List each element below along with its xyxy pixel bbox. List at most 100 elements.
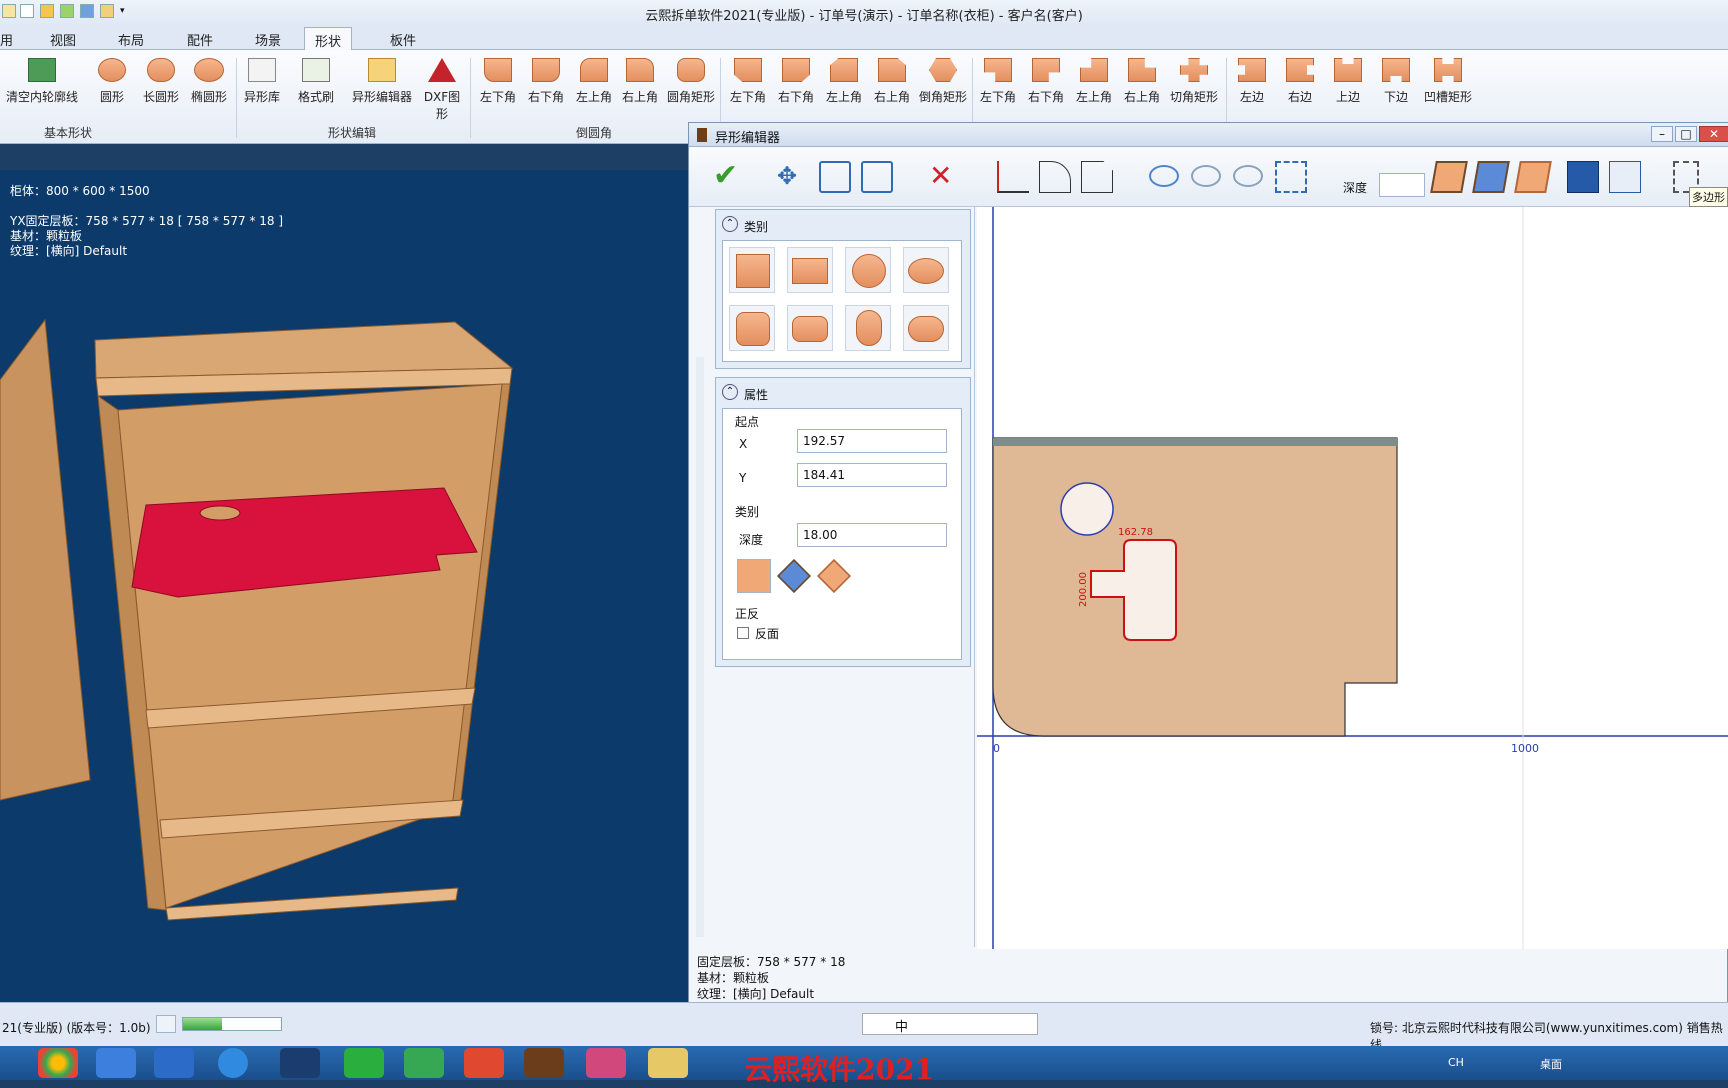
- through-type-icon[interactable]: [777, 559, 811, 593]
- cut-tl-button[interactable]: 左上角: [1074, 56, 1114, 105]
- desktop-label[interactable]: 桌面: [1540, 1056, 1562, 1072]
- drawing-canvas[interactable]: 162.78 200.00 0 1000: [977, 207, 1728, 949]
- chamfer-bl-button[interactable]: 左下角: [728, 56, 768, 105]
- front-face-icon[interactable]: [1567, 161, 1599, 193]
- align-h-icon[interactable]: [819, 161, 851, 193]
- bounds-icon[interactable]: [1275, 161, 1307, 193]
- canvas-svg[interactable]: 162.78 200.00 0 1000: [977, 207, 1728, 949]
- square-shape[interactable]: [729, 247, 775, 293]
- format-brush-button[interactable]: 格式刷: [296, 56, 336, 105]
- shape-library-button[interactable]: 异形库: [242, 56, 282, 105]
- surface-type-icon[interactable]: [817, 559, 851, 593]
- clear-contour-button[interactable]: 清空内轮廓线: [4, 56, 80, 105]
- circle-shape[interactable]: [845, 247, 891, 293]
- cabinet-app-icon[interactable]: [524, 1048, 564, 1078]
- ellipse-button[interactable]: 椭圆形: [186, 56, 232, 105]
- reverse-checkbox[interactable]: [737, 627, 749, 639]
- confirm-icon[interactable]: ✔: [713, 161, 745, 193]
- cabinet-model[interactable]: [0, 260, 688, 1000]
- chamfer-tr-button[interactable]: 右上角: [872, 56, 912, 105]
- subtract-icon[interactable]: [1191, 165, 1221, 187]
- round-bl-button[interactable]: 左下角: [478, 56, 518, 105]
- align-v-icon[interactable]: [861, 161, 893, 193]
- lang-indicator[interactable]: CH: [1448, 1056, 1464, 1069]
- x-input[interactable]: 192.57: [797, 429, 947, 453]
- y-input[interactable]: 184.41: [797, 463, 947, 487]
- ellipse-shape[interactable]: [903, 247, 949, 293]
- hole-circle[interactable]: [1060, 482, 1114, 536]
- round-tr-button[interactable]: 右上角: [620, 56, 660, 105]
- cut-br-button[interactable]: 右下角: [1026, 56, 1066, 105]
- pocket-icon[interactable]: [1430, 161, 1468, 193]
- collapse-icon[interactable]: ⌃: [722, 216, 738, 232]
- cut-bl-button[interactable]: 左下角: [978, 56, 1018, 105]
- shape-editor-button[interactable]: 异形编辑器: [350, 56, 414, 105]
- depth-input[interactable]: [1379, 173, 1425, 197]
- collapse-icon[interactable]: ⌃: [722, 384, 738, 400]
- close-button[interactable]: ✕: [1699, 126, 1728, 142]
- contour-icon: [28, 58, 56, 82]
- tab-board[interactable]: 板件: [390, 30, 416, 49]
- long-circle-button[interactable]: 长圆形: [138, 56, 184, 105]
- tab-use[interactable]: 用: [0, 30, 13, 49]
- c-red-app-icon[interactable]: [464, 1048, 504, 1078]
- cat-app-icon[interactable]: [280, 1048, 320, 1078]
- groove-rect-button[interactable]: 凹槽矩形: [1420, 56, 1476, 105]
- 3d-view[interactable]: 柜体：800 * 600 * 1500 YX固定层板：758 * 577 * 1…: [0, 170, 688, 1002]
- rect-shape[interactable]: [787, 247, 833, 293]
- explorer-icon[interactable]: [648, 1048, 688, 1078]
- progress-bar: [182, 1017, 282, 1031]
- corner-round-icon[interactable]: [1039, 161, 1071, 193]
- board-shape[interactable]: [992, 437, 1398, 737]
- round-br-button[interactable]: 右下角: [526, 56, 566, 105]
- round-rect-shape[interactable]: [787, 305, 833, 351]
- round-tl-button[interactable]: 左上角: [574, 56, 614, 105]
- ribbon-tabs: 用 视图 布局 配件 场景 形状 板件: [0, 26, 1728, 51]
- top-edge-button[interactable]: 上边: [1328, 56, 1368, 105]
- tab-scene[interactable]: 场景: [255, 30, 281, 49]
- corner-chamfer-icon[interactable]: [1081, 161, 1113, 193]
- ime-toolbar[interactable]: 中: [862, 1013, 1038, 1035]
- browser-icon[interactable]: [96, 1048, 136, 1078]
- tab-shape[interactable]: 形状: [304, 27, 353, 51]
- chamfer-tl-button[interactable]: 左上角: [824, 56, 864, 105]
- category-panel: ⌃ 类别: [715, 209, 971, 369]
- depth-field[interactable]: 18.00: [797, 523, 947, 547]
- tab-view[interactable]: 视图: [50, 30, 76, 49]
- tab-parts[interactable]: 配件: [187, 30, 213, 49]
- minimize-button[interactable]: –: [1651, 126, 1673, 142]
- dribbble-icon[interactable]: [586, 1048, 626, 1078]
- chrome-icon[interactable]: [38, 1048, 78, 1078]
- bottom-edge-button[interactable]: 下边: [1376, 56, 1416, 105]
- shape-editor-window[interactable]: 异形编辑器 – □ ✕ ✔ ✥ ✕ 深度 多边形 ⌃ 类别 ⌃ 属性 起点 X …: [688, 122, 1728, 1004]
- back-face-icon[interactable]: [1609, 161, 1641, 193]
- tab-layout[interactable]: 布局: [118, 30, 144, 49]
- round-square-shape[interactable]: [729, 305, 775, 351]
- surface-icon[interactable]: [1514, 161, 1552, 193]
- maximize-button[interactable]: □: [1675, 126, 1697, 142]
- circle-button[interactable]: 圆形: [94, 56, 130, 105]
- chamfer-rect-button[interactable]: 倒角矩形: [918, 56, 968, 105]
- intersect-icon[interactable]: [1233, 165, 1263, 187]
- left-edge-button[interactable]: 左边: [1232, 56, 1272, 105]
- union-icon[interactable]: [1149, 165, 1179, 187]
- oval-shape[interactable]: [903, 305, 949, 351]
- tray-icons[interactable]: [1590, 1054, 1720, 1072]
- cut-rect-button[interactable]: 切角矩形: [1166, 56, 1222, 105]
- k-app-icon[interactable]: [218, 1048, 248, 1078]
- center-icon[interactable]: ✥: [777, 161, 809, 193]
- round-rect-button[interactable]: 圆角矩形: [666, 56, 716, 105]
- pocket-type-icon[interactable]: [737, 559, 771, 593]
- bird-icon[interactable]: [154, 1048, 194, 1078]
- wechat-icon[interactable]: [344, 1048, 384, 1078]
- chamfer-br-button[interactable]: 右下角: [776, 56, 816, 105]
- delete-icon[interactable]: ✕: [929, 161, 961, 193]
- right-edge-button[interactable]: 右边: [1280, 56, 1320, 105]
- obround-shape[interactable]: [845, 305, 891, 351]
- dxf-button[interactable]: DXF图形: [418, 56, 466, 122]
- side-scrollbar[interactable]: [696, 357, 704, 937]
- corner-cut-icon[interactable]: [997, 161, 1029, 193]
- c-app-icon[interactable]: [404, 1048, 444, 1078]
- through-icon[interactable]: [1472, 161, 1510, 193]
- cut-tr-button[interactable]: 右上角: [1122, 56, 1162, 105]
